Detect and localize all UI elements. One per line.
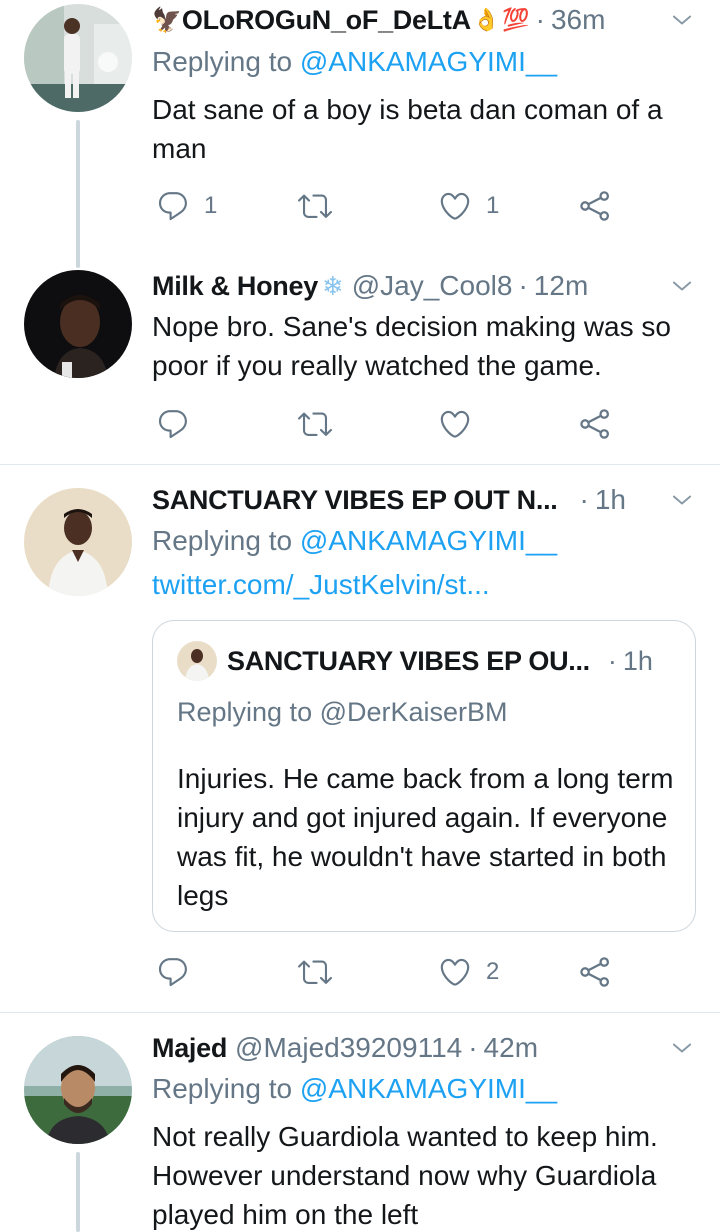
like-button[interactable] xyxy=(438,404,472,444)
share-button[interactable] xyxy=(578,952,612,992)
like-button[interactable]: 2 xyxy=(438,952,499,992)
thread-connector-line xyxy=(76,120,80,268)
timestamp[interactable]: 36m xyxy=(551,4,605,36)
chevron-down-icon[interactable] xyxy=(668,1034,696,1062)
quoted-tweet[interactable]: SANCTUARY VIBES EP OU... · 1h Replying t… xyxy=(152,620,696,932)
retweet-button[interactable] xyxy=(298,952,332,992)
retweet-icon xyxy=(298,955,332,989)
like-count: 2 xyxy=(486,958,500,985)
divider xyxy=(0,464,720,465)
like-icon xyxy=(438,189,472,223)
quoted-tweet-text: Injuries. He came back from a long term … xyxy=(177,763,674,911)
hundred-icon: 💯 xyxy=(502,7,530,32)
divider xyxy=(0,1012,720,1013)
retweet-button[interactable] xyxy=(298,186,332,226)
replying-to: Replying to @DerKaiserBM xyxy=(177,697,508,727)
separator-dot: · xyxy=(579,484,589,515)
tweet-text: Not really Guardiola wanted to keep him.… xyxy=(152,1121,658,1230)
tweet-text: Nope bro. Sane's decision making was so … xyxy=(152,311,671,381)
replying-to: Replying to @ANKAMAGYIMI__ xyxy=(152,525,557,557)
tweet-text: Dat sane of a boy is beta dan coman of a… xyxy=(152,94,663,164)
tweet-link[interactable]: twitter.com/_JustKelvin/st... xyxy=(152,569,490,601)
like-count: 1 xyxy=(486,192,500,219)
chevron-down-icon[interactable] xyxy=(668,6,696,34)
replying-to-label: Replying to xyxy=(152,525,300,556)
separator-dot: · xyxy=(535,4,545,35)
reply-button[interactable] xyxy=(156,404,190,444)
like-button[interactable]: 1 xyxy=(438,186,499,226)
chevron-down-icon[interactable] xyxy=(668,272,696,300)
share-button[interactable] xyxy=(578,404,612,444)
retweet-icon xyxy=(298,407,332,441)
reply-icon xyxy=(156,955,190,989)
tweet-actions: 2 xyxy=(152,952,628,992)
share-icon xyxy=(578,189,612,223)
tweet-header: Milk & Honey ❄ @Jay_Cool8 · 12m xyxy=(152,266,696,306)
share-icon xyxy=(578,407,612,441)
display-name[interactable]: OLoROGuN_oF_DeLtA xyxy=(182,5,471,36)
mention-link[interactable]: @ANKAMAGYIMI__ xyxy=(300,46,557,77)
like-icon xyxy=(438,955,472,989)
timestamp[interactable]: 1h xyxy=(595,484,626,516)
separator-dot: · xyxy=(607,645,617,676)
mention-link[interactable]: @ANKAMAGYIMI__ xyxy=(300,525,557,556)
retweet-button[interactable] xyxy=(298,404,332,444)
display-name[interactable]: Milk & Honey xyxy=(152,271,318,302)
share-icon xyxy=(578,955,612,989)
reply-button[interactable] xyxy=(156,952,190,992)
tweet-actions: 1 1 xyxy=(152,186,628,226)
thread-connector-line xyxy=(76,1152,80,1232)
replying-to: Replying to @ANKAMAGYIMI__ xyxy=(152,1073,557,1105)
reply-count: 1 xyxy=(204,192,218,219)
display-name[interactable]: SANCTUARY VIBES EP OUT N... xyxy=(152,485,558,516)
display-name[interactable]: Majed xyxy=(152,1033,227,1064)
mention-link[interactable]: @ANKAMAGYIMI__ xyxy=(300,1073,557,1104)
ok-hand-icon: 👌 xyxy=(472,7,501,32)
avatar[interactable] xyxy=(24,4,132,112)
user-handle[interactable]: @Jay_Cool8 xyxy=(352,270,513,302)
separator-dot: · xyxy=(518,270,528,301)
reply-icon xyxy=(156,189,190,223)
snowflake-icon: ❄ xyxy=(321,270,344,301)
reply-icon xyxy=(156,407,190,441)
timestamp[interactable]: 42m xyxy=(484,1032,538,1064)
replying-to: Replying to @ANKAMAGYIMI__ xyxy=(152,46,557,78)
avatar xyxy=(177,641,217,681)
tweet-header: SANCTUARY VIBES EP OUT N... · 1h xyxy=(152,480,696,520)
tweet-header: Majed @Majed39209114 · 42m xyxy=(152,1028,696,1068)
replying-to-label: Replying to xyxy=(152,46,300,77)
separator-dot: · xyxy=(468,1032,478,1063)
quoted-tweet-header: SANCTUARY VIBES EP OU... · 1h xyxy=(227,641,675,681)
like-icon xyxy=(438,407,472,441)
user-handle[interactable]: @Majed39209114 xyxy=(235,1032,462,1064)
chevron-down-icon[interactable] xyxy=(668,486,696,514)
avatar[interactable] xyxy=(24,270,132,378)
tweet-header: 🦅 OLoROGuN_oF_DeLtA 👌 💯 · 36m xyxy=(152,0,696,40)
avatar[interactable] xyxy=(24,1036,132,1144)
replying-to-label: Replying to xyxy=(152,1073,300,1104)
timestamp[interactable]: 12m xyxy=(534,270,588,302)
avatar[interactable] xyxy=(24,488,132,596)
display-name: SANCTUARY VIBES EP OU... xyxy=(227,645,590,676)
share-button[interactable] xyxy=(578,186,612,226)
retweet-icon xyxy=(298,189,332,223)
eagle-icon: 🦅 xyxy=(152,6,182,34)
tweet-actions xyxy=(152,404,628,444)
reply-button[interactable]: 1 xyxy=(156,186,217,226)
timestamp: 1h xyxy=(622,645,653,676)
